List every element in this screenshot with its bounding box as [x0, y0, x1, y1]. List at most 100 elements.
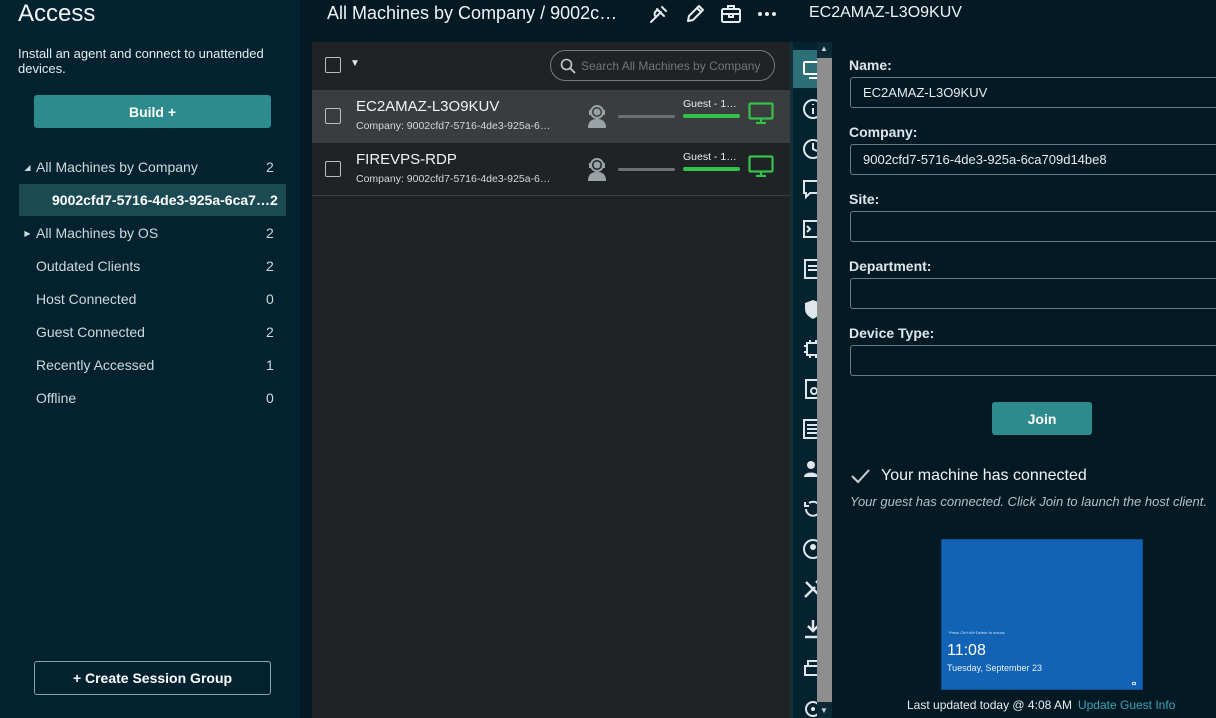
more-options-icon[interactable] — [756, 3, 778, 25]
name-field[interactable]: EC2AMAZ-L3O9KUV — [850, 77, 1216, 108]
scrollbar-thumb[interactable] — [817, 58, 832, 702]
scroll-up-icon[interactable]: ▲ — [820, 44, 828, 53]
last-updated: Last updated today @ 4:08 AM Update Guest… — [907, 698, 1175, 712]
tab-timeline-icon[interactable] — [802, 138, 817, 160]
tab-user-settings-icon[interactable] — [802, 458, 817, 480]
plug-icon[interactable] — [648, 3, 670, 25]
tab-account-icon[interactable] — [802, 538, 817, 560]
list-header: All Machines by Company / 9002cfd7-5716-… — [300, 0, 790, 42]
guest-connection-bar — [683, 167, 740, 171]
sidebar-item-company-group[interactable]: 9002cfd7-5716-4de3-925a-6ca709d14be8 2 — [19, 184, 286, 216]
department-field[interactable] — [850, 278, 1216, 309]
row-checkbox[interactable] — [325, 161, 341, 177]
tab-file-search-icon[interactable] — [802, 378, 817, 400]
tab-machine-details-icon[interactable] — [802, 59, 817, 81]
sidebar-item-count: 1 — [266, 357, 274, 373]
host-connection-bar — [618, 115, 675, 118]
status-description: Your guest has connected. Click Join to … — [850, 494, 1207, 509]
sidebar-item-count: 2 — [266, 225, 274, 241]
sidebar-item-label: Host Connected — [36, 291, 137, 307]
monitor-icon[interactable] — [748, 102, 774, 124]
row-checkbox[interactable] — [325, 108, 341, 124]
sidebar-item-count: 0 — [266, 291, 274, 307]
sidebar-item-label: Offline — [36, 390, 77, 406]
tab-history-icon[interactable] — [802, 498, 817, 520]
guest-status: Guest - 15 minutes — [683, 98, 741, 110]
thumbnail-date: Tuesday, September 23 — [947, 663, 1043, 673]
tab-download-icon[interactable] — [802, 618, 817, 640]
last-updated-text: Last updated today @ 4:08 AM — [907, 698, 1072, 712]
thumbnail-accessibility-icon — [1132, 682, 1136, 685]
table-row[interactable]: EC2AMAZ-L3O9KUV Company: 9002cfd7-5716-4… — [312, 90, 790, 143]
sidebar-item-label: Guest Connected — [36, 324, 145, 340]
update-guest-info-link[interactable]: Update Guest Info — [1078, 698, 1175, 712]
detail-title: EC2AMAZ-L3O9KUV — [809, 4, 962, 21]
sidebar-item-host-connected[interactable]: Host Connected 0 — [19, 283, 286, 315]
page-title: Access — [18, 0, 96, 27]
tab-tools-icon[interactable] — [802, 578, 817, 600]
search-icon — [560, 58, 576, 74]
sidebar-item-count: 2 — [266, 258, 274, 274]
edit-pencil-icon[interactable] — [684, 3, 706, 25]
search-input[interactable] — [581, 58, 766, 73]
connection-status: Your machine has connected — [849, 467, 1087, 485]
tab-rail-scrollbar[interactable]: ▲ ▼ — [817, 42, 832, 718]
tab-notes-icon[interactable] — [802, 258, 817, 280]
tab-commands-icon[interactable] — [802, 218, 817, 240]
create-session-group-button[interactable]: + Create Session Group — [34, 661, 271, 695]
join-button[interactable]: Join — [992, 402, 1092, 435]
tab-camera-icon[interactable] — [802, 698, 817, 718]
host-user-icon — [588, 105, 606, 128]
machine-company: Company: 9002cfd7-5716-4de3-925a-6ca709d… — [356, 173, 551, 185]
host-user-icon — [588, 158, 606, 181]
search-box[interactable] — [550, 50, 775, 81]
list-toolbar: ▼ — [312, 42, 790, 90]
sidebar-item-guest-connected[interactable]: Guest Connected 2 — [19, 316, 286, 348]
tab-security-shield-icon[interactable] — [802, 298, 817, 320]
monitor-icon[interactable] — [748, 155, 774, 177]
sidebar-item-all-machines-by-company[interactable]: ◢ All Machines by Company 2 — [19, 151, 286, 183]
sidebar-item-count: 2 — [270, 192, 278, 208]
checkmark-icon — [851, 469, 870, 484]
machine-company: Company: 9002cfd7-5716-4de3-925a-6ca709d… — [356, 120, 551, 132]
name-label: Name: — [849, 57, 892, 73]
company-field[interactable]: 9002cfd7-5716-4de3-925a-6ca709d14be8 — [850, 144, 1216, 175]
sidebar-item-count: 0 — [266, 390, 274, 406]
sidebar-item-outdated-clients[interactable]: Outdated Clients 2 — [19, 250, 286, 282]
host-connection-bar — [618, 168, 675, 171]
select-options-dropdown-icon[interactable]: ▼ — [350, 58, 360, 69]
guest-connection-bar — [683, 114, 740, 118]
sidebar-item-label: All Machines by OS — [36, 225, 159, 241]
sidebar-item-label: 9002cfd7-5716-4de3-925a-6ca709d14be8 — [52, 192, 270, 208]
tab-processor-icon[interactable] — [802, 338, 817, 360]
expand-arrow-icon[interactable]: ▶ — [19, 229, 36, 238]
tab-list-icon[interactable] — [802, 418, 817, 440]
tab-messages-icon[interactable] — [802, 178, 817, 200]
scroll-down-icon[interactable]: ▼ — [820, 706, 828, 715]
thumbnail-time: 11:08 — [947, 642, 986, 659]
site-field[interactable] — [850, 211, 1216, 242]
machine-name: EC2AMAZ-L3O9KUV — [356, 98, 500, 115]
sidebar-item-recently-accessed[interactable]: Recently Accessed 1 — [19, 349, 286, 381]
tab-info-icon[interactable] — [802, 98, 817, 120]
sidebar-item-count: 2 — [266, 324, 274, 340]
breadcrumb[interactable]: All Machines by Company / 9002cfd7-5716-… — [327, 3, 622, 24]
sidebar-item-offline[interactable]: Offline 0 — [19, 382, 286, 414]
select-all-checkbox[interactable] — [325, 57, 341, 73]
machine-list: ▼ EC2AMAZ-L3O9KUV Company: 9002cfd7-5716… — [312, 42, 790, 718]
status-title: Your machine has connected — [881, 467, 1087, 484]
sidebar-description: Install an agent and connect to unattend… — [18, 46, 264, 76]
device-type-field[interactable] — [850, 345, 1216, 376]
machine-detail-panel: EC2AMAZ-L3O9KUV Name: EC2AMAZ-L3O9KUV Co… — [809, 0, 1216, 718]
site-label: Site: — [849, 191, 880, 207]
thumbnail-lock-hint: Press Ctrl+Alt+Delete to unlock — [949, 630, 1005, 635]
sidebar-item-all-machines-by-os[interactable]: ▶ All Machines by OS 2 — [19, 217, 286, 249]
screen-thumbnail[interactable]: Press Ctrl+Alt+Delete to unlock 11:08 Tu… — [941, 539, 1143, 690]
tab-printer-icon[interactable] — [802, 658, 817, 680]
toolbox-icon[interactable] — [720, 3, 742, 25]
collapse-arrow-icon[interactable]: ◢ — [19, 163, 36, 172]
sidebar: Access Install an agent and connect to u… — [0, 0, 300, 718]
detail-tab-rail — [793, 42, 817, 718]
build-button[interactable]: Build + — [34, 95, 271, 128]
table-row[interactable]: FIREVPS-RDP Company: 9002cfd7-5716-4de3-… — [312, 143, 790, 196]
